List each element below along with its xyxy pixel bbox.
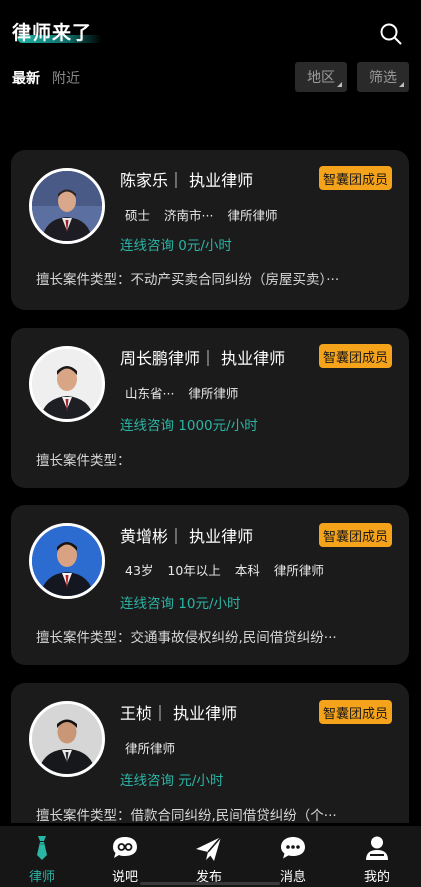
meta-location: 济南市··· (164, 208, 214, 223)
lawyer-card[interactable]: 周长鹏律师｜ 执业律师 智囊团成员 山东省··· 律所律师 连线咨询 1000元… (11, 328, 409, 488)
list-tabs: 最新 附近 (12, 68, 80, 88)
tab-publish[interactable]: 发布 (179, 826, 239, 887)
meta-type: 律所律师 (125, 741, 176, 756)
specialty-text: 擅长案件类型： (36, 453, 131, 469)
tab-messages[interactable]: 消息 (263, 826, 323, 887)
meta-type: 律所律师 (227, 208, 278, 223)
lawyer-name-title: 王桢｜ 执业律师 (120, 704, 238, 723)
avatar (29, 346, 105, 422)
home-indicator (140, 882, 280, 885)
filter-screen-label: 筛选 (369, 70, 397, 86)
consult-price: 连线咨询 10元/小时 (120, 596, 241, 612)
app-header: 律师来了 (0, 0, 421, 60)
meta-education: 本科 (234, 563, 260, 578)
meta-education: 硕士 (125, 208, 151, 223)
meta-type: 律所律师 (273, 563, 324, 578)
specialty-text: 擅长案件类型：不动产买卖合同纠纷（房屋买卖）··· (36, 272, 340, 288)
consult-price: 连线咨询 0元/小时 (120, 238, 232, 254)
member-badge: 智囊团成员 (318, 344, 392, 368)
lawyer-card[interactable]: 陈家乐｜ 执业律师 智囊团成员 硕士 济南市··· 律所律师 连线咨询 0元/小… (11, 150, 409, 310)
user-icon (366, 836, 388, 860)
filter-area-button[interactable]: 地区 (295, 62, 347, 92)
lawyer-meta: 硕士 济南市··· 律所律师 (125, 205, 277, 224)
lawyer-tie-icon (37, 836, 47, 860)
corner-triangle-icon (399, 82, 404, 87)
tab-nearby[interactable]: 附近 (52, 68, 80, 88)
lawyer-meta: 43岁 10年以上 本科 律所律师 (125, 560, 324, 579)
bottom-tab-bar: 律师 说吧 发布 消息 我的 (0, 826, 421, 887)
consult-price: 连线咨询 元/小时 (120, 773, 224, 789)
meta-experience: 10年以上 (167, 563, 221, 578)
tab-latest[interactable]: 最新 (12, 68, 40, 88)
specialty-text: 擅长案件类型：借款合同纠纷,民间借贷纠纷（个··· (36, 808, 337, 824)
page-title-wrap: 律师来了 (12, 18, 102, 45)
message-icon (281, 837, 305, 859)
member-badge: 智囊团成员 (318, 700, 392, 724)
lawyer-name-title: 周长鹏律师｜ 执业律师 (120, 349, 286, 368)
tab-mine-label: 我的 (363, 870, 390, 885)
lawyer-name-title: 陈家乐｜ 执业律师 (120, 171, 254, 190)
avatar (29, 701, 105, 777)
meta-age: 43岁 (125, 563, 154, 578)
avatar (29, 523, 105, 599)
chat-bubble-icon (113, 837, 137, 858)
corner-triangle-icon (337, 82, 342, 87)
page-title: 律师来了 (12, 22, 93, 44)
search-button[interactable] (379, 22, 403, 46)
lawyer-name-title: 黄增彬｜ 执业律师 (120, 527, 254, 546)
tab-talk[interactable]: 说吧 (95, 826, 155, 887)
consult-price: 连线咨询 1000元/小时 (120, 418, 258, 434)
meta-type: 律所律师 (188, 386, 239, 401)
paper-plane-icon (196, 836, 222, 861)
lawyer-card[interactable]: 王桢｜ 执业律师 智囊团成员 律所律师 连线咨询 元/小时 擅长案件类型：借款合… (11, 683, 409, 824)
lawyer-meta: 山东省··· 律所律师 (125, 383, 238, 402)
filter-screen-button[interactable]: 筛选 (357, 62, 409, 92)
lawyer-card[interactable]: 黄增彬｜ 执业律师 智囊团成员 43岁 10年以上 本科 律所律师 连线咨询 1… (11, 505, 409, 665)
avatar (29, 168, 105, 244)
filter-area-label: 地区 (307, 70, 335, 86)
tab-lawyer[interactable]: 律师 (12, 826, 72, 887)
search-icon (380, 23, 402, 45)
specialty-text: 擅长案件类型：交通事故侵权纠纷,民间借贷纠纷··· (36, 630, 337, 646)
tab-mine[interactable]: 我的 (347, 826, 407, 887)
lawyer-meta: 律所律师 (125, 738, 175, 757)
member-badge: 智囊团成员 (318, 166, 392, 190)
meta-location: 山东省··· (125, 386, 175, 401)
tab-lawyer-label: 律师 (28, 870, 55, 885)
member-badge: 智囊团成员 (318, 523, 392, 547)
